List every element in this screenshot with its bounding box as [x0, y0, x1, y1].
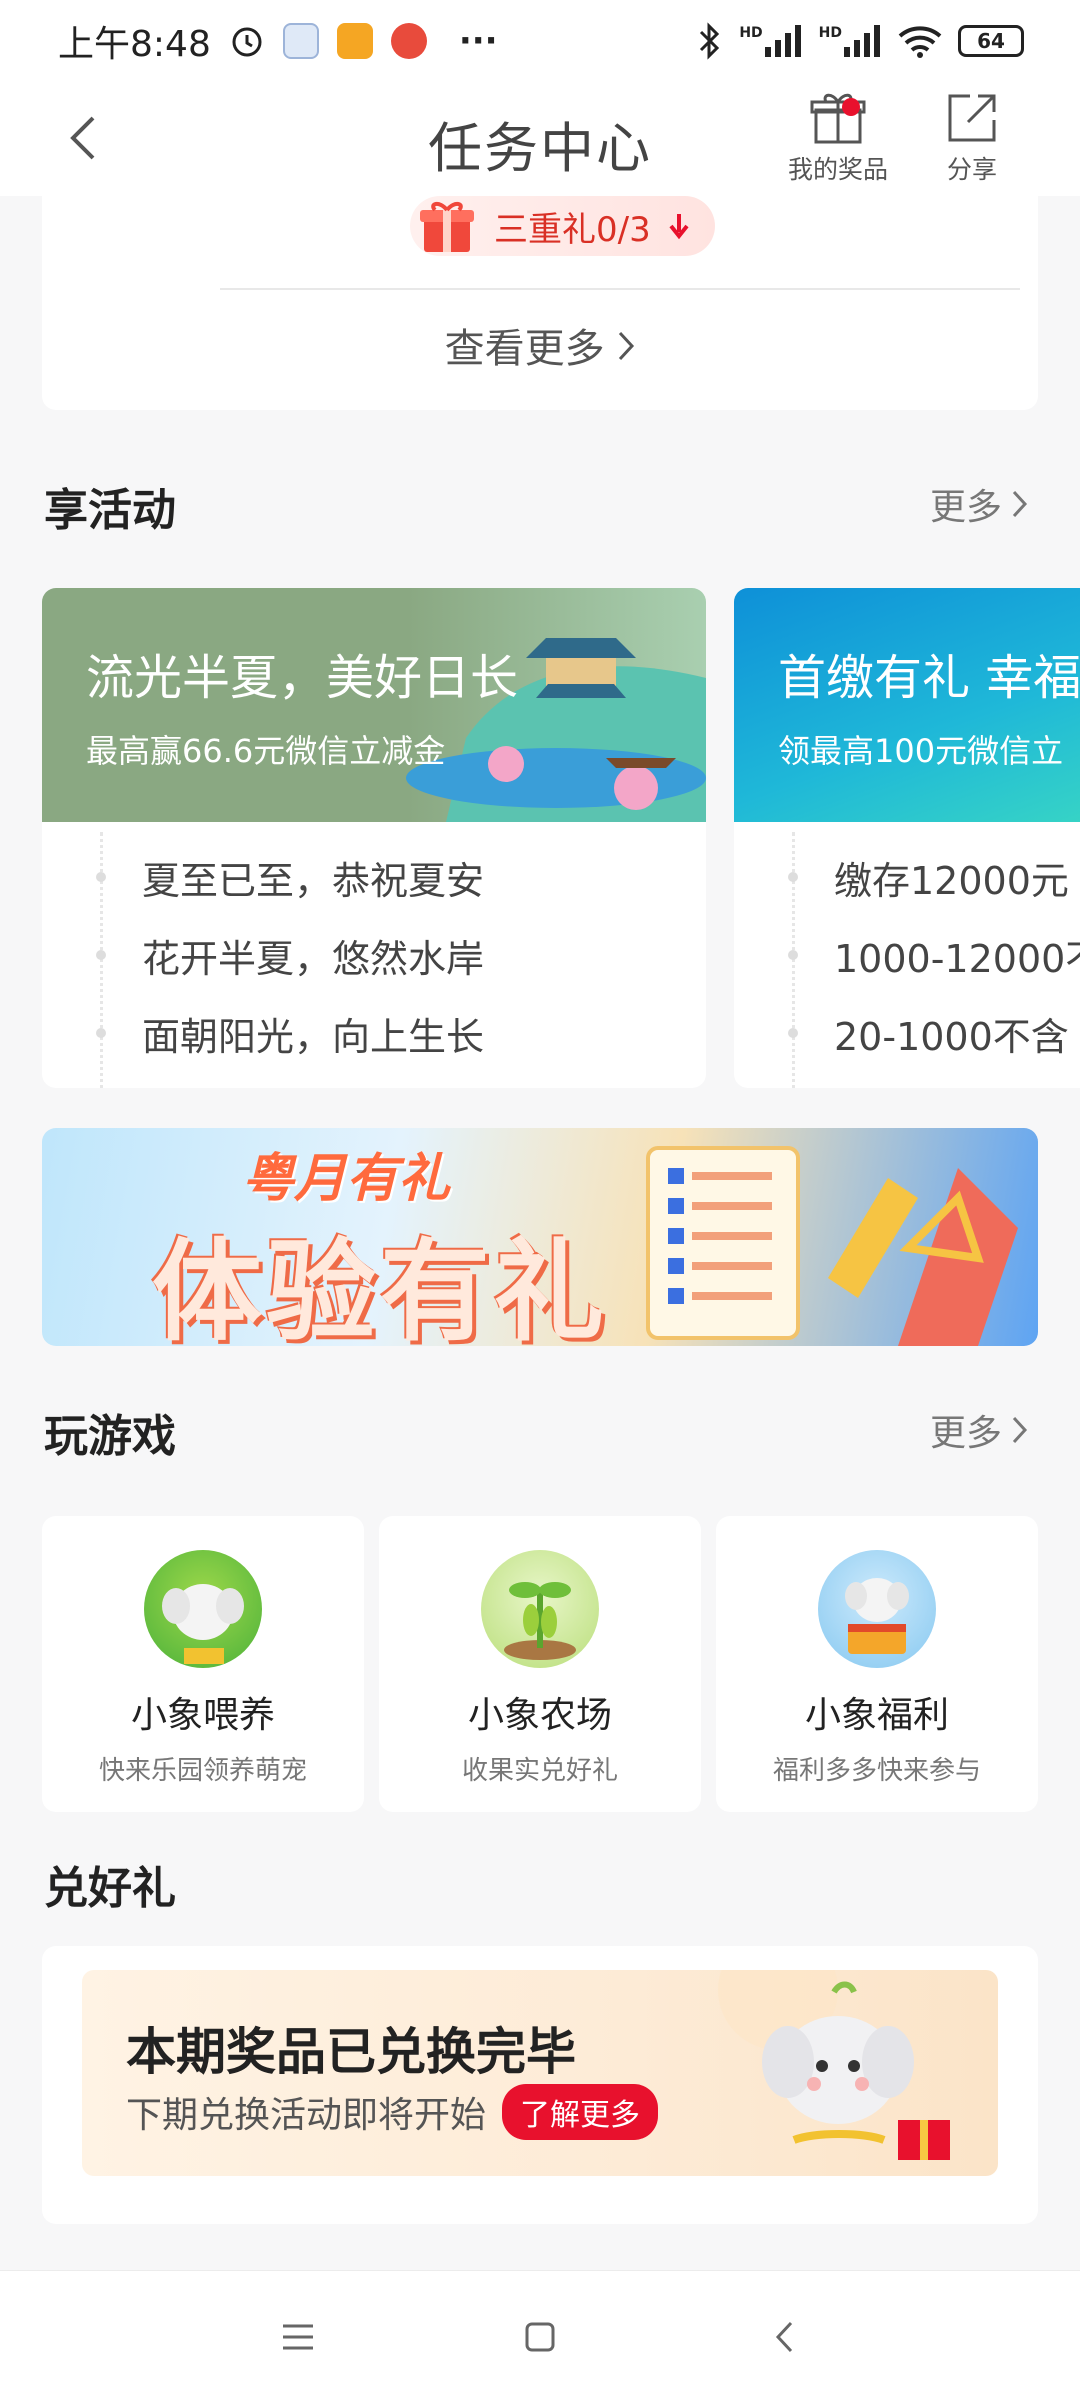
home-square-icon — [525, 2322, 555, 2352]
promo-banner[interactable]: 粤月有礼 体验有礼 — [42, 1128, 1038, 1346]
my-prizes-button[interactable]: 我的奖品 — [788, 90, 888, 186]
redeem-section-title: 兑好礼 — [44, 1863, 176, 1914]
game-name: 小象喂养 — [130, 1695, 275, 1736]
menu-icon — [283, 2324, 313, 2350]
activity-banner: 流光半夏，美好日长 最高赢66.6元微信立减金 — [42, 588, 706, 822]
game-card-farm[interactable]: 小象农场 收果实兑好礼 — [379, 1516, 701, 1812]
system-back-button[interactable] — [754, 2307, 814, 2367]
activity-item: 夏至已至，恭祝夏安 — [96, 838, 706, 916]
elephant-feeding-icon — [144, 1550, 262, 1668]
welfare-icon — [818, 1550, 936, 1668]
game-card-feeding[interactable]: 小象喂养 快来乐园领养萌宠 — [42, 1516, 364, 1812]
notification-dot — [842, 98, 861, 116]
share-label: 分享 — [946, 155, 997, 184]
my-prizes-label: 我的奖品 — [788, 155, 889, 184]
timeline — [100, 832, 103, 1088]
game-desc: 快来乐园领养萌宠 — [98, 1756, 307, 1786]
task-card: 三重礼0/3 查看更多 — [42, 196, 1038, 410]
chevron-right-icon — [619, 331, 635, 361]
wifi-icon — [898, 26, 942, 58]
triple-gift-pill[interactable]: 三重礼0/3 — [410, 196, 715, 256]
bean-sprout-icon — [504, 1582, 576, 1660]
home-button[interactable] — [510, 2307, 570, 2367]
bluetooth-icon — [700, 22, 720, 60]
timeline — [792, 832, 795, 1088]
learn-more-button[interactable]: 了解更多 — [502, 2084, 659, 2140]
view-more-button[interactable]: 查看更多 — [42, 316, 1038, 374]
activity-banner: 首缴有礼 幸福 领最高100元微信立 — [734, 588, 1080, 822]
divider — [220, 288, 1020, 290]
more-label: 更多 — [929, 1413, 1002, 1454]
redeem-card: 本期奖品已兑换完毕 下期兑换活动即将开始 了解更多 — [42, 1946, 1038, 2224]
share-button[interactable]: 分享 — [944, 90, 1000, 186]
red-gift-icon — [420, 202, 474, 252]
view-more-label: 查看更多 — [444, 326, 605, 372]
games-section-title: 玩游戏 — [44, 1411, 176, 1462]
elephant-icon — [162, 1584, 244, 1664]
redeem-card-title: 本期奖品已兑换完毕 — [126, 2023, 576, 2081]
redeem-banner[interactable]: 本期奖品已兑换完毕 下期兑换活动即将开始 了解更多 — [82, 1970, 998, 2176]
signal-2: HD — [819, 25, 882, 57]
redeem-subtitle-text: 下期兑换活动即将开始 — [126, 2095, 487, 2136]
activities-more-button[interactable]: 更多 — [930, 478, 1028, 530]
games-more-button[interactable]: 更多 — [930, 1404, 1028, 1456]
more-notifications: ··· — [458, 21, 498, 61]
gift-icon — [810, 93, 866, 144]
triple-gift-label: 三重礼0/3 — [494, 209, 651, 250]
game-name: 小象农场 — [467, 1695, 612, 1736]
arrow-down-icon — [669, 214, 689, 240]
elephant-mascot-illustration — [718, 1970, 950, 2160]
activity-item: 20-1000不含 — [788, 994, 1080, 1072]
chevron-left-icon — [775, 2321, 793, 2353]
game-desc: 收果实兑好礼 — [461, 1756, 618, 1786]
game-card-welfare[interactable]: 小象福利 福利多多快来参与 — [716, 1516, 1038, 1812]
promo-subtitle: 粤月有礼 — [242, 1149, 451, 1209]
chevron-right-icon — [1012, 490, 1028, 518]
activity-item: 面朝阳光，向上生长 — [96, 994, 706, 1072]
activity-title: 首缴有礼 幸福 — [778, 650, 1080, 706]
system-nav-bar — [0, 2270, 1080, 2400]
activity-item: 花开半夏，悠然水岸 — [96, 916, 706, 994]
activity-item: 缴存12000元 — [788, 838, 1080, 916]
activities-section-title: 享活动 — [44, 485, 176, 536]
farm-icon — [481, 1550, 599, 1668]
share-icon — [948, 94, 996, 142]
nav-header: 任务中心 我的奖品 分享 — [0, 82, 1080, 196]
app-notification-icon — [390, 23, 427, 59]
notes-app-icon — [336, 23, 373, 59]
menu-button[interactable] — [268, 2307, 328, 2367]
promo-title: 体验有礼 — [152, 1228, 608, 1346]
signal-1: HD — [739, 25, 802, 57]
chevron-right-icon — [1012, 1416, 1028, 1444]
more-label: 更多 — [929, 487, 1002, 528]
redeem-card-subtitle: 下期兑换活动即将开始 了解更多 — [126, 2084, 659, 2140]
activity-subtitle: 领最高100元微信立 — [778, 732, 1064, 770]
activity-title: 流光半夏，美好日长 — [86, 650, 519, 706]
activity-list: 夏至已至，恭祝夏安 花开半夏，悠然水岸 面朝阳光，向上生长 — [42, 822, 706, 1088]
battery-indicator: 64 — [958, 25, 1024, 57]
checklist-illustration — [646, 1146, 1018, 1346]
page-title: 任务中心 — [428, 117, 652, 180]
activity-card-summer[interactable]: 流光半夏，美好日长 最高赢66.6元微信立减金 夏至已至，恭祝夏安 花开半夏，悠… — [42, 588, 706, 1088]
signal-bars-icon — [844, 25, 880, 57]
alarm-icon — [232, 27, 262, 57]
game-desc: 福利多多快来参与 — [772, 1756, 981, 1786]
activity-card-first-payment[interactable]: 首缴有礼 幸福 领最高100元微信立 缴存12000元 1000-12000不 … — [734, 588, 1080, 1088]
signal-bars-icon — [764, 25, 801, 57]
status-bar: 上午8:48 ··· HD HD 64 — [0, 0, 1080, 82]
activity-item: 1000-12000不 — [788, 916, 1080, 994]
activity-subtitle: 最高赢66.6元微信立减金 — [86, 732, 446, 770]
game-name: 小象福利 — [804, 1695, 949, 1736]
calendar-icon — [282, 23, 319, 59]
activity-list: 缴存12000元 1000-12000不 20-1000不含 — [734, 822, 1080, 1088]
status-time: 上午8:48 — [58, 24, 211, 65]
elephant-icon — [845, 1578, 909, 1654]
